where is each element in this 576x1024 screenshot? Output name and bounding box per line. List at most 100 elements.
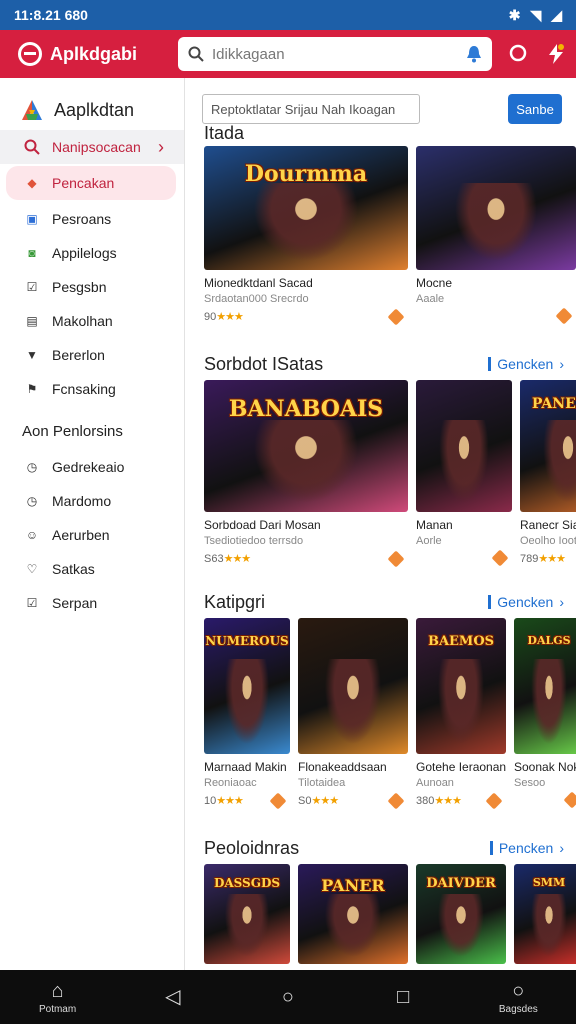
star-icon: ★★★ <box>311 795 339 807</box>
checkbox-icon: ☑ <box>26 596 38 610</box>
checkbox-icon: ☑ <box>26 280 38 294</box>
sidebar-item[interactable]: ▣ Pesroans <box>0 202 184 236</box>
game-card[interactable]: DAIVDER <box>416 864 506 964</box>
nav-home-button[interactable]: ⌂ Potmam <box>28 980 88 1015</box>
game-subtitle: Aunoan <box>416 777 454 789</box>
game-logo: SMM <box>532 876 566 889</box>
rating-value: 10 <box>204 795 217 807</box>
game-thumbnail: BANABOAIS <box>204 380 408 512</box>
nav-recents-button[interactable]: □ <box>373 986 433 1008</box>
sidebar-item[interactable]: ◆ Pencakan <box>6 166 176 200</box>
game-card[interactable]: DALGS Soonak Nok Sesoo <box>514 618 576 809</box>
content-section: Itada Dourmma Mionedktdanl Sacad Srdaotan00… <box>186 120 576 325</box>
sidebar-search-label: Nanipsocacan <box>52 139 141 155</box>
shop-icon: ▣ <box>26 212 38 226</box>
notification-icon[interactable] <box>466 45 482 63</box>
section-header: Peoloidnras Pencken › <box>186 832 576 864</box>
card-row: NUMEROUS Marnaad Makin Reoniaoac 10★★★ Flona… <box>186 618 576 809</box>
game-rating: 10★★★ <box>204 794 244 807</box>
see-all-link[interactable]: Gencken › <box>488 356 564 372</box>
sidebar-sub-item[interactable]: ☑ Serpan <box>0 586 184 620</box>
game-card[interactable]: SMM <box>514 864 576 964</box>
section-title: Sorbdot ISatas <box>204 353 324 374</box>
game-card[interactable]: PANER <box>298 864 408 964</box>
sidebar-sub-item[interactable]: ◷ Gedrekeaio <box>0 450 184 484</box>
game-title: Gotehe Ieraonan <box>416 760 506 774</box>
game-logo: PANERIS <box>531 396 576 412</box>
sidebar-sub-item-label: Aerurben <box>52 527 110 543</box>
game-meta: S0★★★ <box>298 792 408 809</box>
game-subtitle: Reoniaoac <box>204 777 257 789</box>
top-search-input[interactable]: Idikkagaan <box>178 37 492 71</box>
bolt-icon[interactable] <box>546 43 566 65</box>
game-thumbnail: PANERIS <box>520 380 576 512</box>
sidebar-sub-item[interactable]: ☺ Aerurben <box>0 518 184 552</box>
status-icons: ✱ ◥ ◢ <box>509 7 562 24</box>
game-card[interactable]: NUMEROUS Marnaad Makin Reoniaoac 10★★★ <box>204 618 290 809</box>
game-card[interactable]: BAEMOS Gotehe Ieraonan Aunoan 380★★★ <box>416 618 506 809</box>
game-subtitle: Srdaotan000 Srecrdo <box>204 293 309 305</box>
sidebar-item[interactable]: ☑ Pesgsbn <box>0 270 184 304</box>
game-thumbnail: NUMEROUS <box>204 618 290 754</box>
game-art <box>448 183 544 270</box>
game-card[interactable]: Dourmma Mionedktdanl Sacad Srdaotan000 Sre… <box>204 146 408 325</box>
sidebar-item[interactable]: ◙ Appilelogs <box>0 236 184 270</box>
game-rating: S63★★★ <box>204 552 252 565</box>
game-card[interactable]: Mocne Aaale <box>416 146 576 325</box>
game-art <box>244 419 368 512</box>
chevron-right-icon: › <box>559 356 564 372</box>
game-meta: 90★★★ <box>204 308 408 325</box>
star-icon: ★★★ <box>216 311 244 323</box>
circle-menu-icon[interactable] <box>508 43 528 63</box>
game-rating: 380★★★ <box>416 794 462 807</box>
game-thumbnail: DAIVDER <box>416 864 506 964</box>
circle-home-icon: ○ <box>281 986 295 1008</box>
game-logo: PANER <box>321 876 385 895</box>
sidebar-sub-item-label: Serpan <box>52 595 98 611</box>
profile-icon: ○ <box>512 979 525 1002</box>
game-card[interactable]: Manan Aorle <box>416 380 512 567</box>
sidebar-search-item[interactable]: Nanipsocacan › <box>0 130 184 164</box>
brand-logo-icon <box>18 42 42 66</box>
clock-icon: ◷ <box>26 460 38 474</box>
sidebar-item-label: Appilelogs <box>52 245 117 261</box>
content-section: Peoloidnras Pencken › DASSGDS PANER DAIVDER SM… <box>186 832 576 964</box>
brand-name: Aplkdgabi <box>50 43 138 64</box>
chevron-right-icon: › <box>158 136 164 157</box>
app-bar: Aplkdgabi Idikkagaan <box>0 30 576 78</box>
star-icon: ★★★ <box>538 553 566 565</box>
see-all-link[interactable]: Pencken › <box>490 840 564 856</box>
sidebar-item[interactable]: ▤ Makolhan <box>0 304 184 338</box>
game-card[interactable]: DASSGDS <box>204 864 290 964</box>
star-icon: ★★★ <box>434 795 462 807</box>
game-card[interactable]: BANABOAIS Sorbdoad Dari Mosan Tsediotiedoo… <box>204 380 408 567</box>
game-meta: 380★★★ <box>416 792 506 809</box>
sidebar-item[interactable]: ⚑ Fcnsaking <box>0 372 184 406</box>
content-section: Sorbdot ISatas Gencken › BANABOAIS Sorbdoad … <box>186 348 576 567</box>
rating-value: 789 <box>520 553 539 565</box>
card-row: Dourmma Mionedktdanl Sacad Srdaotan000 Sre… <box>186 146 576 325</box>
sidebar-item[interactable]: ▼ Bererlon <box>0 338 184 372</box>
game-art <box>434 894 488 964</box>
game-card[interactable]: Flonakeaddsaan Tilotaidea S0★★★ <box>298 618 408 809</box>
sidebar-sub-item[interactable]: ◷ Mardomo <box>0 484 184 518</box>
game-subtitle: Sesoo <box>514 777 546 789</box>
game-art <box>539 419 576 512</box>
card-row: DASSGDS PANER DAIVDER SMM <box>186 864 576 964</box>
section-title: Katipgri <box>204 591 266 612</box>
game-card[interactable]: PANERIS Ranecr Siatan Oeolho Ioote 789★★★ <box>520 380 576 565</box>
see-all-link[interactable]: Gencken › <box>488 594 564 610</box>
game-meta <box>514 791 576 809</box>
status-bar: 11:8.21 680 ✱ ◥ ◢ <box>0 0 576 30</box>
nav-back-button[interactable]: ◁ <box>143 986 203 1008</box>
brand[interactable]: Aplkdgabi <box>18 42 178 66</box>
sidebar-sub-item[interactable]: ♡ Satkas <box>0 552 184 586</box>
list-icon: ▤ <box>26 314 38 328</box>
price-tag-icon <box>563 791 576 809</box>
nav-home-circle-button[interactable]: ○ <box>258 986 318 1008</box>
game-rating: 90★★★ <box>204 310 244 323</box>
star-icon: ★★★ <box>223 553 252 565</box>
sidebar: Aaplkdtan Nanipsocacan › ◆ Pencakan ▣ Pesro… <box>0 78 185 970</box>
nav-profile-button[interactable]: ○ Bagsdes <box>488 980 548 1015</box>
game-thumbnail: SMM <box>514 864 576 964</box>
